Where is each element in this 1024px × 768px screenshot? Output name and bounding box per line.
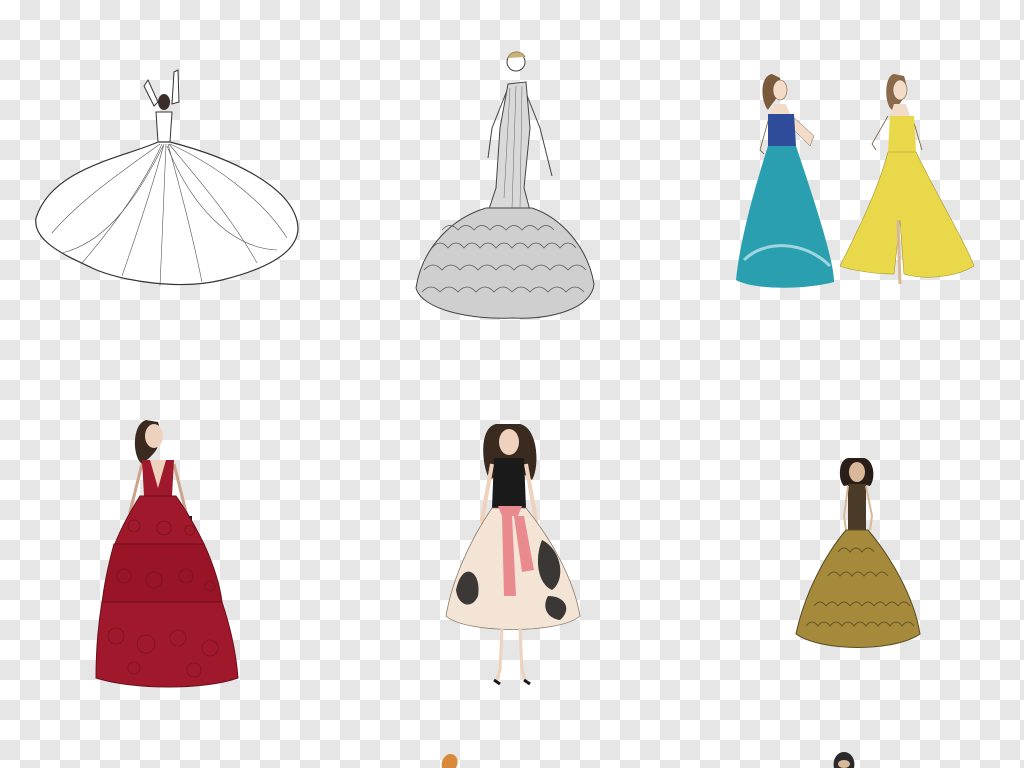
gold-ballgown xyxy=(794,456,922,654)
transparent-canvas xyxy=(0,0,1024,768)
floral-skirt-pink-sash-gown xyxy=(442,420,584,690)
red-tiered-gown xyxy=(94,416,240,692)
teal-and-yellow-gowns xyxy=(734,70,976,290)
white-ballgown-sketch xyxy=(32,58,300,294)
grey-mermaid-gown-sketch xyxy=(412,48,598,324)
partial-figure-dark xyxy=(830,750,858,768)
partial-figure-orange xyxy=(436,752,462,768)
